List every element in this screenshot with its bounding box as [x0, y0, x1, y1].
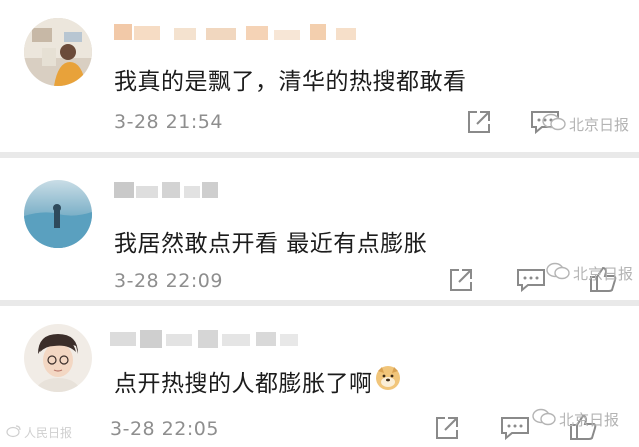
- comment-time: 3-28 21:54: [114, 111, 223, 133]
- comment-text-body: 点开热搜的人都膨胀了啊: [114, 371, 373, 397]
- watermark: 北京日报: [542, 113, 629, 135]
- comment-text: 点开热搜的人都膨胀了啊: [114, 364, 401, 398]
- share-icon[interactable]: [448, 267, 474, 297]
- wechat-icon: [546, 262, 570, 284]
- corner-watermark-text: 人民日报: [24, 426, 73, 440]
- weibo-icon: [6, 424, 22, 441]
- doge-emoji: [375, 365, 401, 397]
- username-blurred[interactable]: [114, 180, 218, 202]
- wechat-icon: [532, 408, 556, 430]
- avatar[interactable]: [24, 324, 92, 392]
- comment-card: 我真的是飘了，清华的热搜都敢看 3-28 21:54 北京日报: [0, 0, 639, 152]
- corner-watermark: 人民日报: [6, 424, 72, 441]
- comment-card: 点开热搜的人都膨胀了啊 3-28 22:05 北京日报 人民日报: [0, 306, 639, 447]
- watermark: 北京日报: [532, 408, 619, 430]
- comment-icon[interactable]: [516, 267, 546, 297]
- username-blurred[interactable]: [110, 328, 298, 350]
- username-blurred[interactable]: [114, 20, 356, 42]
- watermark: 北京日报: [546, 262, 633, 284]
- watermark-text: 北京日报: [559, 410, 620, 429]
- avatar[interactable]: [24, 18, 92, 86]
- share-icon[interactable]: [434, 415, 460, 445]
- comment-time: 3-28 22:09: [114, 270, 223, 292]
- comment-text: 我居然敢点开看 最近有点膨胀: [114, 231, 428, 257]
- comment-time: 3-28 22:05: [110, 418, 219, 440]
- wechat-icon: [542, 113, 566, 135]
- watermark-text: 北京日报: [569, 115, 630, 134]
- comment-card: 我居然敢点开看 最近有点膨胀 3-28 22:09 北京日报: [0, 158, 639, 300]
- comment-text: 我真的是飘了，清华的热搜都敢看: [114, 69, 467, 95]
- avatar[interactable]: [24, 180, 92, 248]
- share-icon[interactable]: [466, 109, 492, 139]
- comment-icon[interactable]: [500, 415, 530, 445]
- watermark-text: 北京日报: [573, 264, 634, 283]
